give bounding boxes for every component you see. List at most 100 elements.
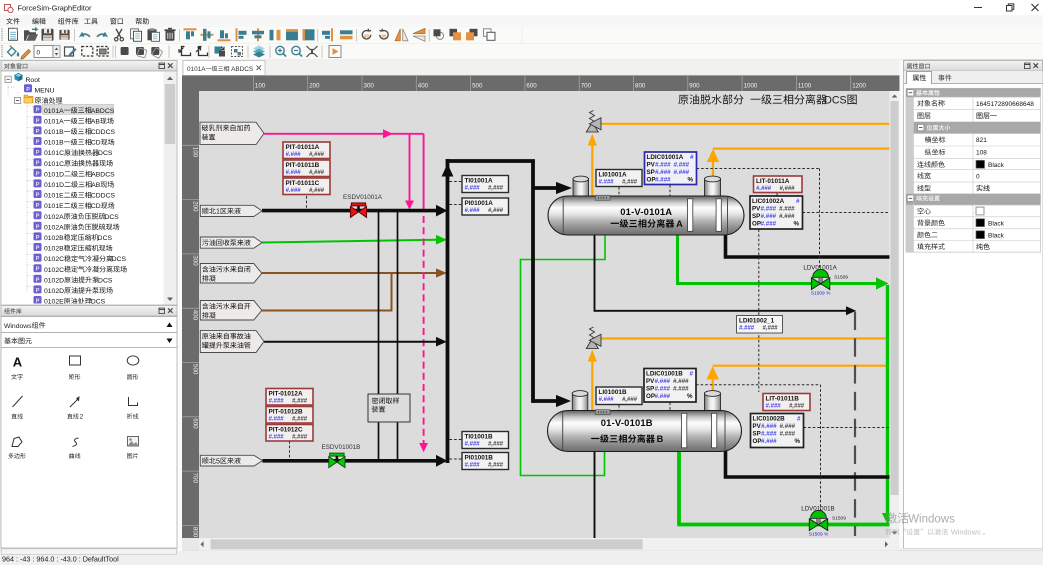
svg-text:0102D: 0102D	[44, 277, 64, 284]
svg-text:#.###: #.###	[674, 169, 690, 176]
svg-text:B: B	[657, 434, 664, 444]
svg-text:#,###: #,###	[292, 435, 308, 441]
svg-text:0: 0	[976, 173, 980, 180]
svg-text:Windows: Windows	[4, 323, 32, 330]
svg-text:#: #	[690, 370, 694, 377]
svg-text:1200: 1200	[852, 83, 866, 90]
svg-text:#.###: #.###	[599, 397, 615, 403]
svg-text:P: P	[36, 277, 40, 283]
svg-text:01-V-0101A: 01-V-0101A	[620, 206, 672, 217]
svg-text:#.###: #.###	[761, 205, 777, 212]
svg-text:964 : -43 : 964.0 : -43.0 :: 964 : -43 : 964.0 : -43.0 : DefaultTool	[2, 555, 119, 564]
svg-text:P: P	[36, 214, 40, 220]
svg-text:0102D: 0102D	[44, 288, 64, 295]
svg-text:DCS: DCS	[98, 235, 113, 242]
svg-text:#.###: #.###	[780, 430, 796, 437]
svg-text:Black: Black	[988, 162, 1005, 169]
svg-text:Windows: Windows	[908, 514, 955, 526]
svg-text:#,###: #,###	[309, 188, 325, 194]
svg-text:#,###: #,###	[622, 397, 638, 403]
svg-text:#.###: #.###	[779, 205, 795, 212]
svg-text:SP: SP	[753, 430, 761, 437]
svg-text:SP: SP	[647, 169, 655, 176]
svg-text:#,###: #,###	[309, 170, 325, 176]
svg-text:#.###: #.###	[674, 161, 690, 168]
svg-text:0101D: 0101D	[44, 182, 64, 189]
svg-text:800: 800	[192, 527, 199, 538]
svg-text:#,###: #,###	[309, 152, 325, 158]
svg-text:%: %	[687, 177, 693, 184]
svg-text:Black: Black	[988, 220, 1005, 227]
svg-text:PIT-01012C: PIT-01012C	[269, 426, 303, 433]
svg-text:S1509: S1509	[834, 275, 848, 281]
svg-text:LI01001B: LI01001B	[599, 389, 627, 396]
svg-text:#.###: #.###	[756, 186, 772, 192]
svg-text:200: 200	[309, 83, 320, 90]
svg-text:LIC01002B: LIC01002B	[753, 415, 786, 422]
svg-text:100: 100	[192, 147, 199, 158]
svg-text:0102B: 0102B	[44, 235, 64, 242]
svg-text:P: P	[36, 267, 40, 273]
svg-text:LDIC01001B: LDIC01001B	[646, 370, 683, 377]
svg-text:PIT-01011C: PIT-01011C	[286, 180, 320, 187]
svg-text:#.###: #.###	[465, 186, 481, 192]
svg-text:0101B: 0101B	[44, 140, 64, 147]
svg-text:1645172890668648: 1645172890668648	[976, 101, 1034, 108]
svg-text:#.###: #.###	[465, 442, 481, 448]
svg-text:0101A: 0101A	[44, 118, 64, 125]
svg-text:900: 900	[689, 83, 700, 90]
svg-text:#.###: #.###	[766, 404, 782, 410]
svg-text:TI01001B: TI01001B	[465, 433, 493, 440]
svg-text:0101E: 0101E	[44, 193, 64, 200]
svg-text:ABDCS: ABDCS	[91, 108, 115, 115]
svg-text:0101C: 0101C	[44, 161, 64, 168]
svg-text:PI01001A: PI01001A	[465, 200, 494, 207]
svg-text:AB: AB	[91, 118, 101, 125]
svg-text:#.###: #.###	[761, 430, 777, 437]
svg-text:2: 2	[80, 414, 84, 421]
svg-text:#.###: #.###	[655, 385, 671, 392]
svg-text:#: #	[796, 198, 800, 205]
svg-text:300: 300	[192, 255, 199, 266]
svg-text:#.###: #.###	[673, 378, 689, 385]
svg-text:#,###: #,###	[780, 186, 796, 192]
svg-text:P: P	[36, 246, 40, 252]
svg-text:CDDCS: CDDCS	[91, 129, 116, 136]
svg-text:DCS: DCS	[824, 95, 846, 107]
svg-text:Black: Black	[988, 232, 1005, 239]
svg-text:#.###: #.###	[655, 169, 671, 176]
svg-text:0101C: 0101C	[44, 150, 64, 157]
svg-text:#.###: #.###	[780, 423, 796, 430]
svg-text:90: 90	[382, 33, 387, 38]
svg-text:108: 108	[976, 150, 987, 157]
svg-text:MENU: MENU	[35, 87, 55, 94]
svg-text:0102C: 0102C	[44, 256, 64, 263]
svg-text:PIT-01012A: PIT-01012A	[269, 390, 303, 397]
svg-text:1: 1	[216, 208, 220, 216]
svg-text:P: P	[36, 161, 40, 167]
svg-text:P: P	[36, 171, 40, 177]
svg-text:P: P	[36, 108, 40, 114]
svg-text:#.###: #.###	[761, 438, 777, 445]
svg-text:1100: 1100	[798, 83, 812, 90]
svg-text:#.###: #.###	[269, 399, 285, 405]
svg-text:90: 90	[364, 33, 369, 38]
svg-text:821: 821	[976, 137, 987, 144]
svg-text:P: P	[36, 256, 40, 262]
svg-text:A: A	[13, 355, 23, 370]
svg-text:5: 5	[216, 457, 220, 465]
svg-text:700: 700	[192, 473, 199, 484]
svg-text:#.###: #.###	[779, 213, 795, 220]
svg-text:#,###: #,###	[488, 186, 504, 192]
svg-text:P: P	[36, 203, 40, 209]
svg-text:P: P	[36, 150, 40, 156]
svg-text:1000: 1000	[744, 83, 758, 90]
svg-text:100: 100	[255, 83, 266, 90]
svg-text:CDDCS: CDDCS	[91, 193, 116, 200]
svg-text:300: 300	[364, 83, 375, 90]
svg-text:ForceSim-GraphEditor: ForceSim-GraphEditor	[18, 4, 92, 13]
svg-text:DCS: DCS	[98, 277, 113, 284]
svg-text:0101A: 0101A	[44, 108, 64, 115]
svg-text:P: P	[26, 87, 30, 93]
svg-text:ESDV01001A: ESDV01001A	[343, 194, 383, 201]
